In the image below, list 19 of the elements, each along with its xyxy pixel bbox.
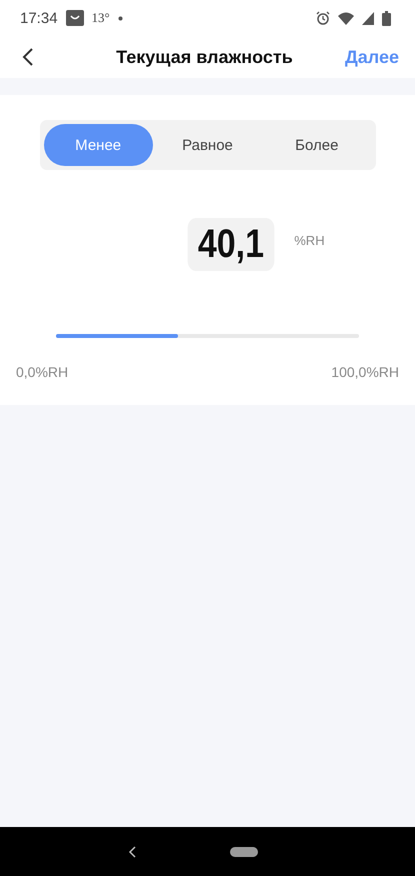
min-label: 0,0%RH	[16, 364, 68, 380]
home-handle[interactable]	[230, 846, 258, 856]
wifi-icon	[338, 12, 354, 24]
mode-tab[interactable]: Равное	[152, 124, 262, 166]
bag-icon	[66, 10, 84, 26]
dot-icon	[118, 16, 123, 20]
status-time: 17:34	[20, 10, 58, 26]
mode-tab[interactable]: Более	[262, 124, 372, 166]
unit-label: %RH	[294, 233, 325, 248]
battery-icon	[382, 10, 391, 26]
slider-track[interactable]	[56, 334, 359, 338]
back-icon[interactable]	[128, 846, 136, 858]
back-icon[interactable]	[22, 47, 34, 67]
signal-icon	[362, 12, 374, 24]
weather-temperature: 13°	[92, 10, 110, 26]
alarm-icon	[316, 11, 330, 25]
max-label: 100,0%RH	[331, 364, 399, 380]
page-title: Текущая влажность	[115, 46, 294, 68]
humidity-value[interactable]: 40,1	[188, 218, 275, 271]
